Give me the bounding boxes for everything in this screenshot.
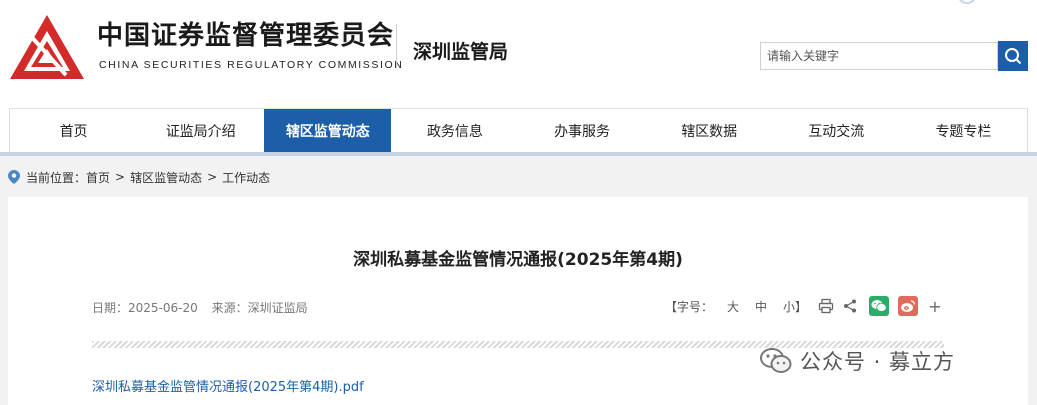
article-source: 来源：深圳证监局 xyxy=(211,301,308,315)
breadcrumb-regulatory-news[interactable]: 辖区监管动态 xyxy=(130,169,202,186)
print-icon[interactable] xyxy=(817,297,835,315)
search-input[interactable] xyxy=(760,42,998,70)
nav-item-data[interactable]: 辖区数据 xyxy=(646,109,773,152)
breadcrumb-prefix: 当前位置： xyxy=(26,170,87,185)
location-pin-icon xyxy=(8,170,20,184)
nav-item-special[interactable]: 专题专栏 xyxy=(900,109,1027,152)
main-nav: 首页 证监局介绍 辖区监管动态 政务信息 办事服务 辖区数据 互动交流 专题专栏 xyxy=(9,108,1028,152)
nav-item-regulatory-news[interactable]: 辖区监管动态 xyxy=(264,109,392,152)
article-title: 深圳私募基金监管情况通报(2025年第4期) xyxy=(353,250,683,270)
breadcrumb-separator: > xyxy=(207,170,218,184)
more-share-icon[interactable]: + xyxy=(928,297,942,316)
font-size-small[interactable]: 小】 xyxy=(783,298,807,315)
weibo-share-icon[interactable] xyxy=(898,296,918,316)
site-header: 中国证券监督管理委员会 CHINA SECURITIES REGULATORY … xyxy=(0,0,1037,108)
font-size-label: 【字号： xyxy=(664,299,713,314)
nav-item-interaction[interactable]: 互动交流 xyxy=(773,109,900,152)
search-button[interactable] xyxy=(998,41,1028,71)
article-date: 日期：2025-06-20 xyxy=(92,301,198,315)
top-decoration xyxy=(957,0,977,4)
nav-item-home[interactable]: 首页 xyxy=(10,109,137,152)
header-divider xyxy=(396,24,397,68)
breadcrumb: 当前位置： 首页 > 辖区监管动态 > 工作动态 xyxy=(8,165,270,189)
search-icon xyxy=(1005,48,1022,65)
nav-item-services[interactable]: 办事服务 xyxy=(519,109,646,152)
wechat-share-icon[interactable] xyxy=(869,296,889,316)
csrc-logo[interactable] xyxy=(8,13,86,81)
breadcrumb-separator: > xyxy=(115,170,126,184)
nav-item-about[interactable]: 证监局介绍 xyxy=(137,109,264,152)
font-size-medium[interactable]: 中 xyxy=(755,298,767,315)
nav-item-gov-info[interactable]: 政务信息 xyxy=(391,109,518,152)
wechat-icon xyxy=(760,348,792,373)
breadcrumb-home[interactable]: 首页 xyxy=(86,169,110,186)
main-nav-bar: 首页 证监局介绍 辖区监管动态 政务信息 办事服务 辖区数据 互动交流 专题专栏 xyxy=(0,108,1037,156)
attachment-link[interactable]: 深圳私募基金监管情况通报(2025年第4期).pdf xyxy=(92,376,364,395)
article-tools: 【字号： 大 中 小】 + xyxy=(665,296,942,316)
org-name-en: CHINA SECURITIES REGULATORY COMMISSION xyxy=(99,59,404,71)
breadcrumb-work-news[interactable]: 工作动态 xyxy=(222,169,270,186)
watermark: 公众号 · 募立方 xyxy=(760,346,955,376)
watermark-text: 公众号 · 募立方 xyxy=(800,350,956,374)
org-name-cn: 中国证券监督管理委员会 xyxy=(97,21,395,51)
share-icon[interactable] xyxy=(841,297,859,315)
bureau-name[interactable]: 深圳监管局 xyxy=(413,37,508,64)
font-size-large[interactable]: 大 xyxy=(727,298,739,315)
article-meta: 日期：2025-06-20 来源：深圳证监局 xyxy=(92,299,318,316)
